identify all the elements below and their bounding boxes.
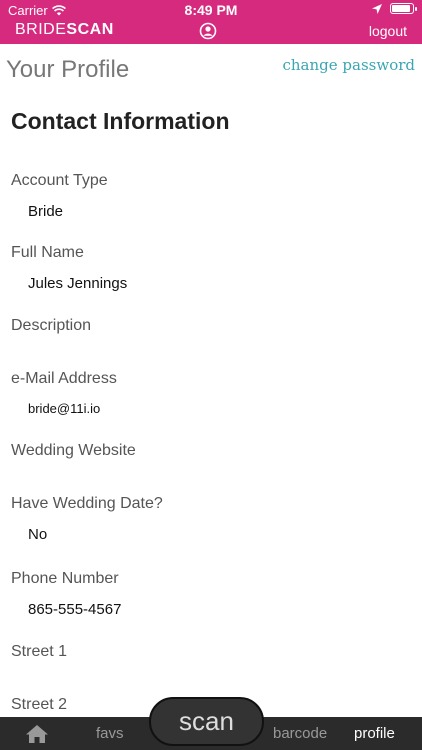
brand-logo[interactable]: BRIDESCAN xyxy=(15,21,114,39)
email-label: e-Mail Address xyxy=(11,370,117,387)
section-title: Contact Information xyxy=(11,108,230,134)
tab-barcode[interactable]: barcode xyxy=(273,725,327,742)
brand-part-scan: SCAN xyxy=(66,21,114,38)
status-indicators xyxy=(372,3,417,14)
wedding-date-label: Have Wedding Date? xyxy=(11,495,163,512)
status-bar: Carrier 8:49 PM xyxy=(0,0,422,20)
street-1-label: Street 1 xyxy=(11,643,68,660)
wedding-website-label: Wedding Website xyxy=(11,442,136,459)
account-type-value: Bride xyxy=(28,203,64,220)
clock: 8:49 PM xyxy=(184,2,238,18)
full-name-label: Full Name xyxy=(11,244,84,261)
navbar: BRIDESCAN logout xyxy=(0,20,422,44)
scan-button[interactable]: scan xyxy=(149,697,264,746)
tab-profile[interactable]: profile xyxy=(354,725,395,742)
battery-icon xyxy=(390,3,417,14)
home-icon[interactable] xyxy=(25,724,49,744)
description-label: Description xyxy=(11,317,92,334)
phone-number-label: Phone Number xyxy=(11,570,119,587)
page-title: Your Profile xyxy=(6,56,130,83)
street-2-label: Street 2 xyxy=(11,696,68,713)
logout-button[interactable]: logout xyxy=(369,23,407,39)
email-value: bride@11i.io xyxy=(28,401,101,416)
location-arrow-icon xyxy=(372,3,382,14)
change-password-link[interactable]: change password xyxy=(283,56,416,74)
user-circle-icon[interactable] xyxy=(199,22,217,40)
phone-number-value: 865-555-4567 xyxy=(28,601,122,618)
tab-favs[interactable]: favs xyxy=(96,725,124,742)
app-header: Carrier 8:49 PM BRIDESCAN logout xyxy=(0,0,422,44)
brand-part-bride: BRIDE xyxy=(15,21,67,38)
wedding-date-value: No xyxy=(28,526,48,543)
account-type-label: Account Type xyxy=(11,172,108,189)
full-name-value: Jules Jennings xyxy=(28,275,128,292)
